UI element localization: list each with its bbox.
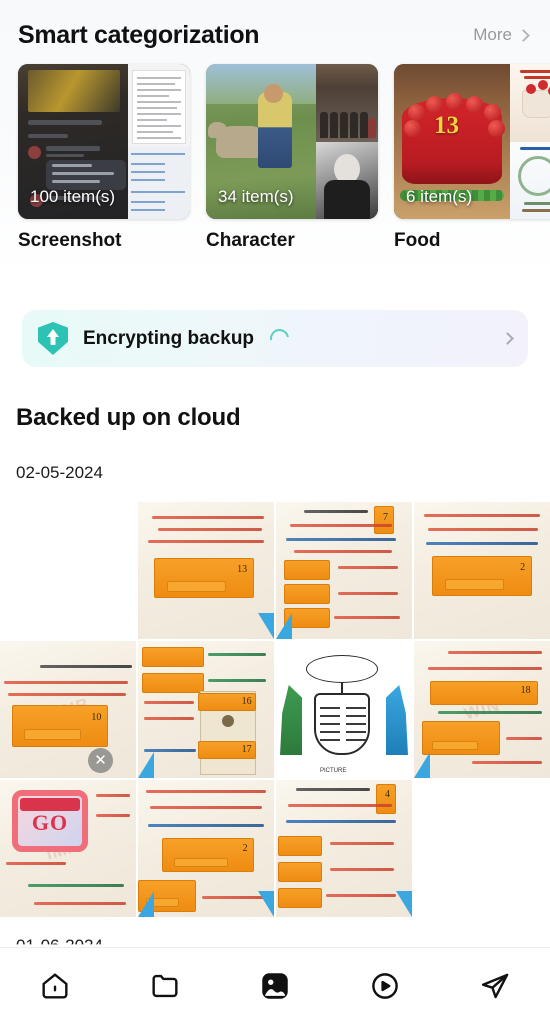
grid-tile-photo[interactable]: 7 [276, 502, 412, 639]
grid-tile-photo[interactable]: 2 [414, 502, 550, 639]
category-card-food[interactable]: 13 6 item(s) Food [394, 64, 550, 252]
chevron-right-icon [517, 28, 530, 42]
send-icon [481, 973, 509, 999]
category-count: 100 item(s) [30, 187, 116, 206]
category-thumbnail: 100 item(s) [18, 64, 190, 219]
grid-tile-photo[interactable]: 4 [276, 780, 412, 917]
category-count: 6 item(s) [406, 187, 473, 206]
category-card-screenshot[interactable]: 100 item(s) Screenshot [18, 64, 190, 252]
banner-label: Encrypting backup [83, 327, 255, 349]
loading-spinner-icon [266, 325, 293, 352]
page-title: Smart categorization [18, 20, 260, 49]
grid-tile-empty [414, 780, 550, 917]
nav-item-share[interactable] [460, 956, 530, 1016]
folder-icon [152, 974, 178, 998]
grid-tile-photo[interactable]: ACD 13 [138, 502, 274, 639]
category-label: Food [394, 230, 441, 251]
grid-tile-photo[interactable]: TRIB 10 [0, 641, 136, 778]
nav-item-videos[interactable] [350, 956, 420, 1016]
home-icon [42, 973, 68, 999]
backed-up-section-title: Backed up on cloud [16, 404, 241, 431]
category-count: 34 item(s) [218, 187, 294, 206]
chevron-right-icon [501, 332, 514, 345]
more-label: More [473, 25, 512, 44]
nav-item-home[interactable] [20, 956, 90, 1016]
grid-tile-photo[interactable]: WIN 18 [414, 641, 550, 778]
category-card-character[interactable]: 34 item(s) Character [206, 64, 378, 252]
grid-tile-photo[interactable]: IMAT GO [0, 780, 136, 917]
category-thumbnail: 13 6 item(s) [394, 64, 550, 219]
app-screen: Smart categorization More 100 item(s) Sc… [0, 0, 550, 1024]
smart-categorization-section: Smart categorization More 100 item(s) Sc… [0, 0, 550, 272]
more-button[interactable]: More [473, 25, 532, 45]
smart-categorization-header: Smart categorization More [0, 0, 550, 56]
bottom-navigation-bar [0, 947, 550, 1024]
shield-upload-icon [38, 322, 68, 355]
category-thumbnail: 34 item(s) [206, 64, 378, 219]
photo-grid-row: ACD 13 7 [0, 502, 550, 639]
grid-tile-photo[interactable]: 2 [138, 780, 274, 917]
date-group-header: 02-05-2024 [16, 463, 103, 482]
encrypting-backup-banner[interactable]: Encrypting backup [22, 310, 528, 367]
category-label: Screenshot [18, 230, 122, 251]
category-card-list: 100 item(s) Screenshot 34 item(s) Charac… [0, 56, 550, 252]
grid-tile-diagram[interactable]: PICTURE [276, 641, 412, 778]
photo-grid: ACD 13 7 [0, 502, 550, 919]
play-circle-icon [372, 973, 398, 999]
grid-tile-photo[interactable]: 16 17 [138, 641, 274, 778]
gallery-icon [262, 973, 288, 999]
photo-grid-row: TRIB 10 16 17 [0, 641, 550, 778]
grid-tile-empty [0, 502, 136, 639]
category-label: Character [206, 230, 295, 251]
nav-item-gallery[interactable] [240, 956, 310, 1016]
close-icon[interactable]: ✕ [88, 748, 113, 773]
photo-grid-row: IMAT GO 2 [0, 780, 550, 917]
nav-item-files[interactable] [130, 956, 200, 1016]
